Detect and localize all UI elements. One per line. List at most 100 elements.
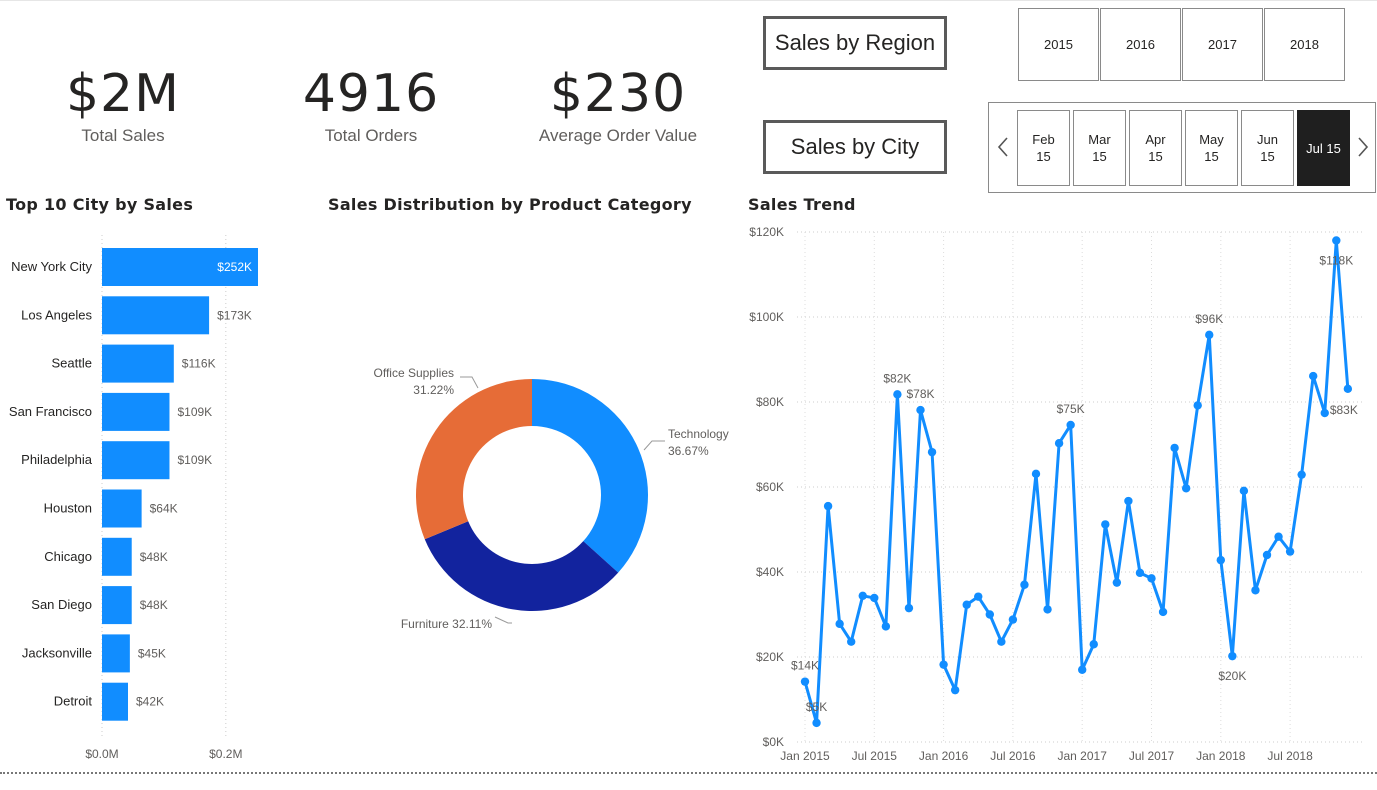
sales-by-region-button[interactable]: Sales by Region [763,16,947,70]
data-label: $116K [182,357,216,371]
data-point [1239,486,1249,496]
data-point [1332,236,1341,245]
kpi-label: Total Sales [81,126,165,145]
data-point [1193,401,1202,410]
bar [102,586,132,625]
month-option[interactable]: Feb 15 [1017,110,1070,186]
month-option[interactable]: Mar 15 [1073,110,1126,186]
data-point [1181,484,1191,493]
slice-label: Office Supplies [374,366,455,380]
data-point [847,637,856,646]
data-label: $83K [1330,403,1358,417]
series-line [803,239,1350,725]
kpi-average-order-value: $230 Average Order Value [498,64,738,146]
data-label: $82K [883,371,911,385]
data-label: $252K [217,260,252,274]
data-label: $173K [217,308,252,322]
data-point [1078,665,1087,674]
data-point [1043,605,1052,614]
data-point [1297,470,1306,479]
bar [102,441,170,480]
data-point [881,622,891,631]
data-point [812,718,821,728]
kpi-value: 4916 [302,64,440,124]
year-option-2018[interactable]: 2018 [1264,8,1345,81]
data-label: $109K [177,405,212,419]
data-point [1309,371,1318,381]
data-label: $75K [1057,402,1085,416]
y-tick-label: $120K [749,225,784,239]
month-option[interactable]: May 15 [1185,110,1238,186]
data-point [835,619,844,629]
slice-label: 36.67% [668,444,709,458]
slice-label: Technology [668,427,729,441]
month-option[interactable]: Jun 15 [1241,110,1294,186]
category-label: Houston [44,501,92,516]
data-point [1020,580,1029,589]
data-point [800,677,810,686]
data-point [1216,555,1225,565]
data-label: $14K [791,659,819,673]
data-label: $48K [140,598,168,612]
category-donut-chart: Technology 36.67% Furniture 32.11% Office S… [374,366,729,631]
kpi-total-orders: 4916 Total Orders [251,64,491,146]
data-point [1054,439,1064,448]
data-point [858,591,867,600]
leader-line [460,376,479,389]
month-option[interactable]: Apr 15 [1129,110,1182,186]
month-options: Feb 15 Mar 15 Apr 15 May 15 Jun 15 Jul 15 [1017,110,1350,186]
sales-by-city-button[interactable]: Sales by City [763,120,947,174]
kpi-value: $230 [549,64,687,124]
data-point [1274,532,1283,541]
donut-slice [532,379,648,573]
category-label: Seattle [52,356,92,371]
kpi-total-sales: $2M Total Sales [3,64,243,146]
category-label: Philadelphia [21,452,93,467]
category-label: New York City [11,259,92,274]
data-label: $5K [806,700,827,714]
kpi-label: Total Orders [324,126,418,145]
data-point [1158,607,1168,617]
kpi-label: Average Order Value [538,126,698,145]
line-chart-title: Sales Trend [748,195,856,214]
data-point [962,600,971,609]
data-point [985,610,994,619]
year-option-2017[interactable]: 2017 [1182,8,1263,81]
data-label: $45K [138,646,166,660]
chevron-left-icon[interactable] [994,133,1012,161]
category-label: Detroit [54,694,93,709]
x-tick-label: $0.0M [85,747,118,761]
category-label: Los Angeles [21,307,92,322]
data-point [1066,420,1075,430]
bar [102,634,130,673]
top-city-bar-chart: $0.0M $0.2M New York City $252K Los Angeles $… [9,235,258,761]
data-point [1205,330,1214,340]
data-point [1170,443,1179,453]
bar [102,537,132,576]
year-option-2015[interactable]: 2015 [1018,8,1099,81]
bottom-divider [0,772,1377,774]
x-tick-label: Jan 2018 [1196,749,1246,763]
y-tick-label: $40K [756,565,784,579]
data-label: $109K [177,453,212,467]
month-option[interactable]: Jul 15 [1297,110,1350,186]
donut-chart-title: Sales Distribution by Product Category [328,195,692,214]
category-label: Chicago [44,549,92,564]
x-tick-label: Jul 2018 [1267,749,1313,763]
data-point [1031,469,1041,479]
year-option-2016[interactable]: 2016 [1100,8,1181,81]
slice-label: 31.22% [413,383,454,397]
year-slicer: 2015 2016 2017 2018 [1018,8,1345,81]
slice-label: Furniture 32.11% [401,617,492,631]
top-border [0,0,1377,1]
x-tick-label: Jan 2016 [919,749,969,763]
chevron-right-icon[interactable] [1354,133,1372,161]
category-label: San Diego [31,597,92,612]
data-point [1124,496,1133,506]
bar [102,682,128,721]
bar [102,392,170,431]
data-point [939,660,948,669]
data-point [870,593,879,603]
data-label: $96K [1195,312,1223,326]
data-point [1262,550,1272,560]
